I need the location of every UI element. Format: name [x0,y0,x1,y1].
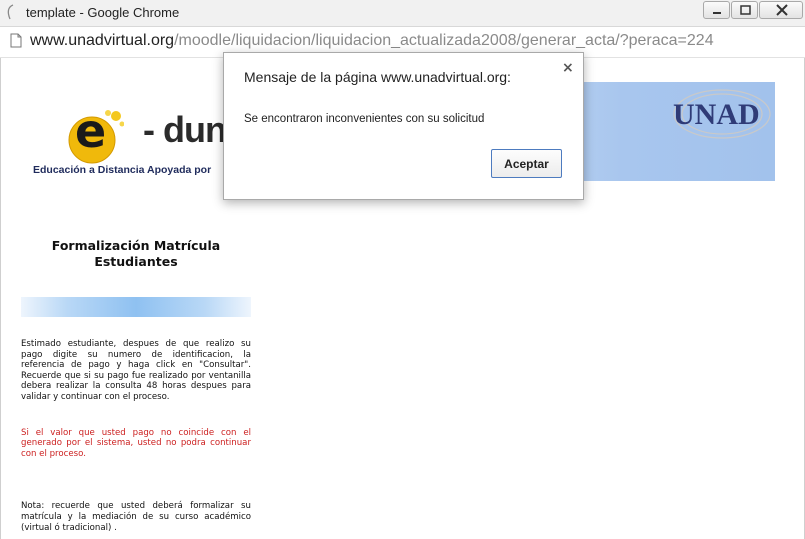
minimize-button[interactable] [703,1,730,19]
url-host: www.unadvirtual.org [30,32,175,49]
page-title: Formalización Matrícula Estudiantes [51,238,221,269]
logo-letter: e [75,104,107,158]
accept-button[interactable]: Aceptar [491,149,562,178]
document-icon [10,33,22,48]
minimize-icon [713,12,721,14]
dialog-message: Se encontraron inconvenientes con su sol… [244,113,485,125]
maximize-icon [740,5,751,15]
close-icon [776,4,788,16]
dialog-title: Mensaje de la página www.unadvirtual.org… [244,69,511,85]
window-title: template - Google Chrome [26,5,180,20]
alert-dialog: Mensaje de la página www.unadvirtual.org… [223,52,584,200]
logo-tagline: Educación a Distancia Apoyada por [33,164,212,176]
dialog-close-icon[interactable]: × [562,60,574,76]
divider-bar [21,297,251,317]
note-paragraph: Nota: recuerde que usted deberá formaliz… [21,501,251,533]
url-text[interactable]: www.unadvirtual.org/moodle/liquidacion/l… [30,32,714,50]
unad-logo-text: UNAD [673,98,760,131]
window-title-bar: template - Google Chrome [0,0,805,27]
info-panel: Formalización Matrícula Estudiantes Esti… [19,238,253,533]
unad-logo: UNAD [673,89,771,139]
page-icon [7,4,14,20]
instruction-paragraph: Estimado estudiante, despues de que real… [21,339,251,402]
warning-paragraph: Si el valor que usted pago no coincide c… [21,427,251,459]
maximize-button[interactable] [731,1,758,19]
window-close-button[interactable] [759,1,803,19]
url-path: /moodle/liquidacion/liquidacion_actualiz… [174,32,714,49]
